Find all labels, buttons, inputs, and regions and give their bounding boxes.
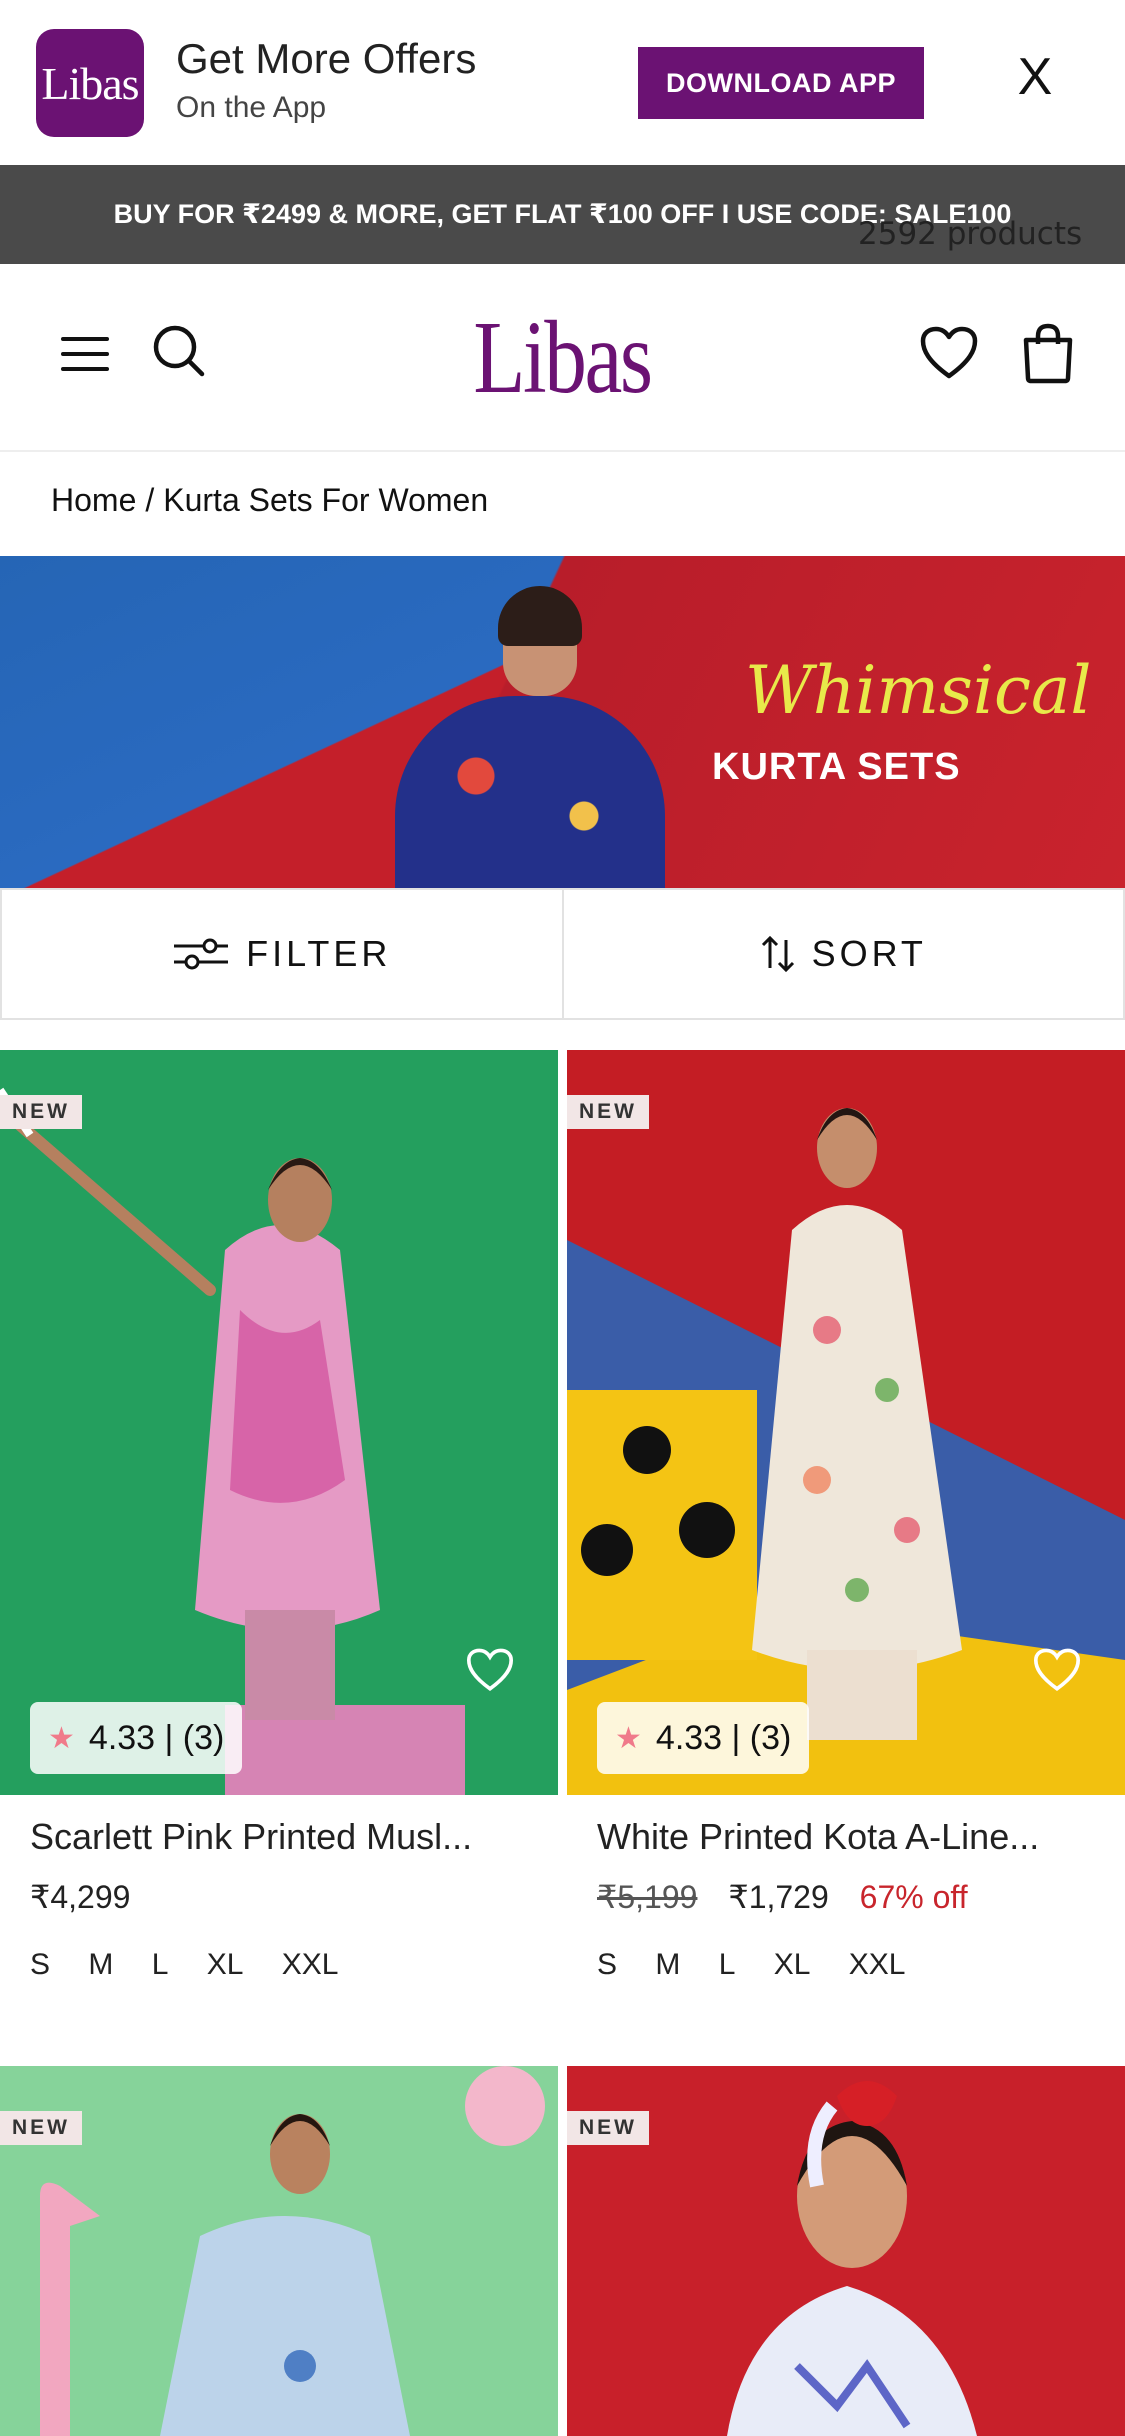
hero-caps-title: KURTA SETS [712, 746, 961, 788]
rating-value: 4.33 | (3) [655, 1718, 792, 1757]
star-icon: ★ [615, 1721, 642, 1755]
site-header: Libas [0, 264, 1125, 452]
size-option: S [30, 1948, 51, 1981]
app-banner-title: Get More Offers [176, 35, 477, 82]
product-name[interactable]: Scarlett Pink Printed Musl... [30, 1816, 530, 1858]
search-icon[interactable] [148, 320, 210, 382]
product-price: ₹4,299 [30, 1878, 130, 1916]
sort-icon [761, 935, 794, 973]
breadcrumb-current: Kurta Sets For Women [163, 481, 489, 518]
product-name[interactable]: White Printed Kota A-Line... [597, 1816, 1097, 1858]
wishlist-heart-icon[interactable] [1029, 1642, 1085, 1698]
new-badge: NEW [567, 2111, 649, 2145]
size-option: L [151, 1948, 169, 1981]
sale-price: ₹1,729 [728, 1879, 829, 1915]
size-option: XL [206, 1948, 244, 1981]
star-icon: ★ [48, 1721, 75, 1755]
breadcrumb: Home / Kurta Sets For Women [51, 476, 488, 524]
app-banner-subtitle: On the App [176, 91, 327, 124]
breadcrumb-separator: / [145, 481, 155, 518]
close-banner-button[interactable]: X [1010, 42, 1060, 112]
menu-icon[interactable] [55, 324, 115, 384]
filter-icon [174, 938, 229, 970]
product-image[interactable]: NEW ★ 4.33 | (3) [567, 1050, 1125, 1795]
rating-value: 4.33 | (3) [88, 1718, 225, 1757]
size-option: XL [773, 1948, 811, 1981]
size-option: S [597, 1948, 618, 1981]
brand-logo[interactable]: Libas [473, 292, 653, 422]
app-logo: Libas [36, 29, 144, 137]
new-badge: NEW [0, 2111, 82, 2145]
product-count: 2592 products [858, 216, 1083, 252]
product-image[interactable]: NEW ★ 4.33 | (3) [0, 1050, 558, 1795]
wishlist-heart-icon[interactable] [462, 1642, 518, 1698]
heart-icon[interactable] [916, 320, 982, 386]
original-price: ₹5,199 [597, 1879, 698, 1915]
filter-button[interactable]: FILTER [0, 888, 564, 1020]
sort-label: SORT [811, 933, 927, 974]
filter-label: FILTER [246, 933, 392, 974]
product-card[interactable]: NEW [567, 2066, 1125, 2436]
new-badge: NEW [567, 1095, 649, 1129]
discount-label: 67% off [859, 1879, 968, 1915]
size-list: S M L XL XXL [597, 1948, 928, 1982]
hero-script-title: Whimsical [745, 652, 1092, 729]
filter-sort-bar: FILTER SORT [0, 888, 1125, 1020]
app-banner-text: Get More Offers On the App [176, 30, 476, 128]
product-card[interactable]: NEW [0, 2066, 558, 2436]
product-card[interactable]: NEW ★ 4.33 | (3) White Printed Kota A-Li… [567, 1050, 1125, 2010]
rating-badge: ★ 4.33 | (3) [597, 1702, 810, 1774]
size-list: S M L XL XXL [30, 1948, 361, 1982]
download-app-button[interactable]: DOWNLOAD APP [638, 47, 924, 119]
size-option: XXL [281, 1948, 339, 1981]
size-option: L [718, 1948, 736, 1981]
sale-price: ₹4,299 [30, 1879, 131, 1915]
sort-button[interactable]: SORT [563, 888, 1125, 1020]
size-option: M [655, 1948, 681, 1981]
rating-badge: ★ 4.33 | (3) [30, 1702, 243, 1774]
app-download-banner: Libas Get More Offers On the App DOWNLOA… [0, 0, 1125, 165]
new-badge: NEW [0, 1095, 82, 1129]
size-option: M [88, 1948, 114, 1981]
product-image[interactable]: NEW [0, 2066, 558, 2436]
bag-icon[interactable] [1016, 318, 1080, 388]
product-card[interactable]: NEW ★ 4.33 | (3) Scarlett Pink Printed M… [0, 1050, 558, 2010]
product-image[interactable]: NEW [567, 2066, 1125, 2436]
breadcrumb-home[interactable]: Home [51, 482, 136, 519]
size-option: XXL [848, 1948, 906, 1981]
hero-banner[interactable]: Whimsical KURTA SETS [0, 556, 1125, 888]
product-price: ₹5,199 ₹1,729 67% off [597, 1878, 968, 1916]
